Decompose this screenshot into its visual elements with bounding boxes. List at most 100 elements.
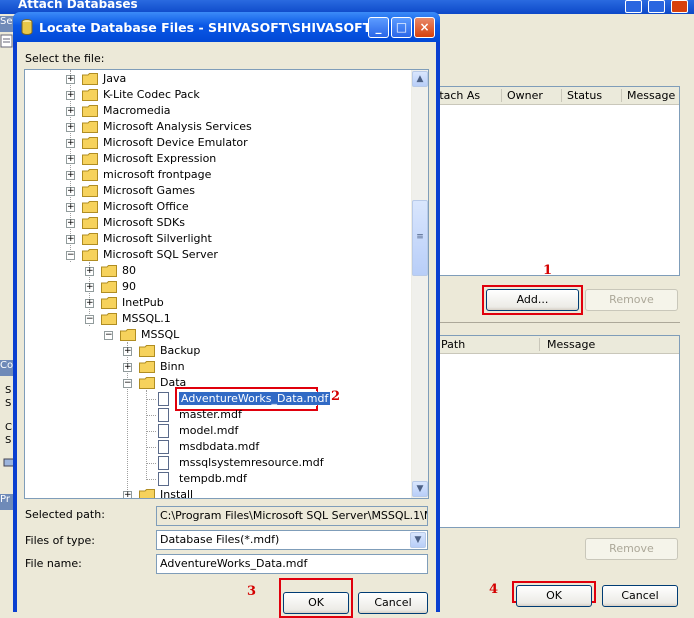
- file-name-input[interactable]: AdventureWorks_Data.mdf: [156, 554, 428, 574]
- cancel-button[interactable]: Cancel: [358, 592, 428, 614]
- ok-button-main[interactable]: OK: [516, 585, 592, 607]
- folder-icon: [82, 185, 98, 197]
- tree-folder-item[interactable]: + Microsoft Office: [25, 199, 410, 215]
- column-owner[interactable]: Owner: [507, 89, 543, 102]
- tree-item-label: model.mdf: [179, 424, 239, 437]
- expand-icon[interactable]: +: [123, 363, 132, 372]
- folder-icon: [139, 345, 155, 357]
- tree-folder-item[interactable]: +90: [25, 279, 410, 295]
- tree-item-label: mssqlsystemresource.mdf: [179, 456, 324, 469]
- collapse-icon[interactable]: −: [104, 331, 113, 340]
- tree-folder-item[interactable]: +80: [25, 263, 410, 279]
- tree-folder-item[interactable]: + InetPub: [25, 295, 410, 311]
- side-text-4: S: [5, 435, 12, 446]
- expand-icon[interactable]: +: [123, 491, 132, 498]
- collapse-icon[interactable]: −: [85, 315, 94, 324]
- remove-button-top[interactable]: Remove: [585, 289, 678, 311]
- expand-icon[interactable]: +: [66, 171, 75, 180]
- side-text-3: C: [5, 422, 12, 433]
- collapse-icon[interactable]: −: [123, 379, 132, 388]
- column-message-2[interactable]: Message: [547, 338, 595, 351]
- tree-folder-item[interactable]: + Microsoft Games: [25, 183, 410, 199]
- tree-file-item[interactable]: tempdb.mdf: [25, 471, 410, 487]
- page-icon: [0, 34, 14, 48]
- tree-file-item[interactable]: master.mdf: [25, 407, 410, 423]
- file-tree[interactable]: + Java + K-Lite Codec Pack + Macromedia + Micro…: [24, 69, 429, 499]
- expand-icon[interactable]: +: [66, 219, 75, 228]
- tree-folder-item[interactable]: − Microsoft SQL Server: [25, 247, 410, 263]
- tree-file-item[interactable]: mssqlsystemresource.mdf: [25, 455, 410, 471]
- tree-folder-item[interactable]: + Install: [25, 487, 410, 498]
- expand-icon[interactable]: +: [66, 203, 75, 212]
- tree-folder-item[interactable]: + Microsoft Device Emulator: [25, 135, 410, 151]
- column-path[interactable]: Path: [441, 338, 465, 351]
- tree-folder-item[interactable]: − MSSQL: [25, 327, 410, 343]
- files-of-type-select[interactable]: Database Files(*.mdf) ▼: [156, 530, 428, 550]
- remove-button-bottom[interactable]: Remove: [585, 538, 678, 560]
- expand-icon[interactable]: +: [66, 235, 75, 244]
- close-icon[interactable]: [671, 0, 688, 13]
- expand-icon[interactable]: +: [66, 187, 75, 196]
- ok-button[interactable]: OK: [283, 592, 349, 614]
- dialog-title-bar: Locate Database Files - SHIVASOFT\SHIVAS…: [13, 12, 440, 42]
- tree-item-label: master.mdf: [179, 408, 242, 421]
- tree-folder-item[interactable]: + Microsoft Silverlight: [25, 231, 410, 247]
- scroll-thumb[interactable]: ≡: [412, 200, 428, 276]
- scroll-down-icon[interactable]: ▼: [412, 481, 428, 497]
- selected-path-field[interactable]: C:\Program Files\Microsoft SQL Server\MS…: [156, 506, 428, 526]
- column-status[interactable]: Status: [567, 89, 602, 102]
- tree-file-item[interactable]: model.mdf: [25, 423, 410, 439]
- column-message[interactable]: Message: [627, 89, 675, 102]
- tree-item-label: Macromedia: [103, 104, 171, 117]
- expand-icon[interactable]: +: [85, 283, 94, 292]
- annotation-1: 1: [543, 263, 553, 278]
- expand-icon[interactable]: +: [85, 267, 94, 276]
- expand-icon[interactable]: +: [66, 123, 75, 132]
- collapse-icon[interactable]: −: [66, 251, 75, 260]
- dialog-close-icon[interactable]: ×: [414, 17, 435, 38]
- chevron-down-icon[interactable]: ▼: [410, 532, 426, 548]
- expand-icon[interactable]: +: [66, 155, 75, 164]
- folder-icon: [82, 201, 98, 213]
- expand-icon[interactable]: +: [66, 139, 75, 148]
- dialog-minimize-icon[interactable]: _: [368, 17, 389, 38]
- tree-file-item[interactable]: msdbdata.mdf: [25, 439, 410, 455]
- folder-icon: [139, 361, 155, 373]
- folder-icon: [139, 489, 155, 498]
- background-window-title: Attach Databases: [18, 0, 138, 11]
- tree-folder-item[interactable]: + Microsoft Expression: [25, 151, 410, 167]
- locate-database-files-dialog: Locate Database Files - SHIVASOFT\SHIVAS…: [13, 12, 440, 618]
- tree-guide-line: [146, 447, 156, 448]
- column-attach-as[interactable]: ttach As: [435, 89, 480, 102]
- scroll-up-icon[interactable]: ▲: [412, 71, 428, 87]
- expand-icon[interactable]: +: [123, 347, 132, 356]
- expand-icon[interactable]: +: [66, 75, 75, 84]
- expand-icon[interactable]: +: [85, 299, 94, 308]
- tree-folder-item[interactable]: + Java: [25, 71, 410, 87]
- tree-folder-item[interactable]: − MSSQL.1: [25, 311, 410, 327]
- dialog-maximize-icon[interactable]: □: [391, 17, 412, 38]
- tree-folder-item[interactable]: + Macromedia: [25, 103, 410, 119]
- tree-folder-item[interactable]: + Microsoft Analysis Services: [25, 119, 410, 135]
- minimize-icon[interactable]: [625, 0, 642, 13]
- maximize-icon[interactable]: [648, 0, 665, 13]
- databases-to-attach-list[interactable]: ttach As Owner Status Message: [430, 86, 680, 276]
- file-icon: [158, 440, 169, 454]
- tree-folder-item[interactable]: + Binn: [25, 359, 410, 375]
- cancel-button-main[interactable]: Cancel: [602, 585, 678, 607]
- add-button[interactable]: Add...: [486, 289, 579, 311]
- tree-folder-item[interactable]: + Backup: [25, 343, 410, 359]
- expand-icon[interactable]: +: [66, 91, 75, 100]
- tree-item-label: Binn: [160, 360, 185, 373]
- database-details-list[interactable]: Path Message: [430, 335, 680, 528]
- tree-folder-item[interactable]: + microsoft frontpage: [25, 167, 410, 183]
- tree-item-label: msdbdata.mdf: [179, 440, 260, 453]
- expand-icon[interactable]: +: [66, 107, 75, 116]
- tree-item-label: K-Lite Codec Pack: [103, 88, 200, 101]
- tree-folder-item[interactable]: + Microsoft SDKs: [25, 215, 410, 231]
- annotation-3: 3: [247, 584, 257, 599]
- tree-folder-item[interactable]: + K-Lite Codec Pack: [25, 87, 410, 103]
- tree-file-item[interactable]: AdventureWorks_Data.mdf: [25, 387, 410, 411]
- tree-scrollbar[interactable]: ▲ ≡ ▼: [411, 70, 428, 498]
- tree-guide-line: [146, 431, 156, 432]
